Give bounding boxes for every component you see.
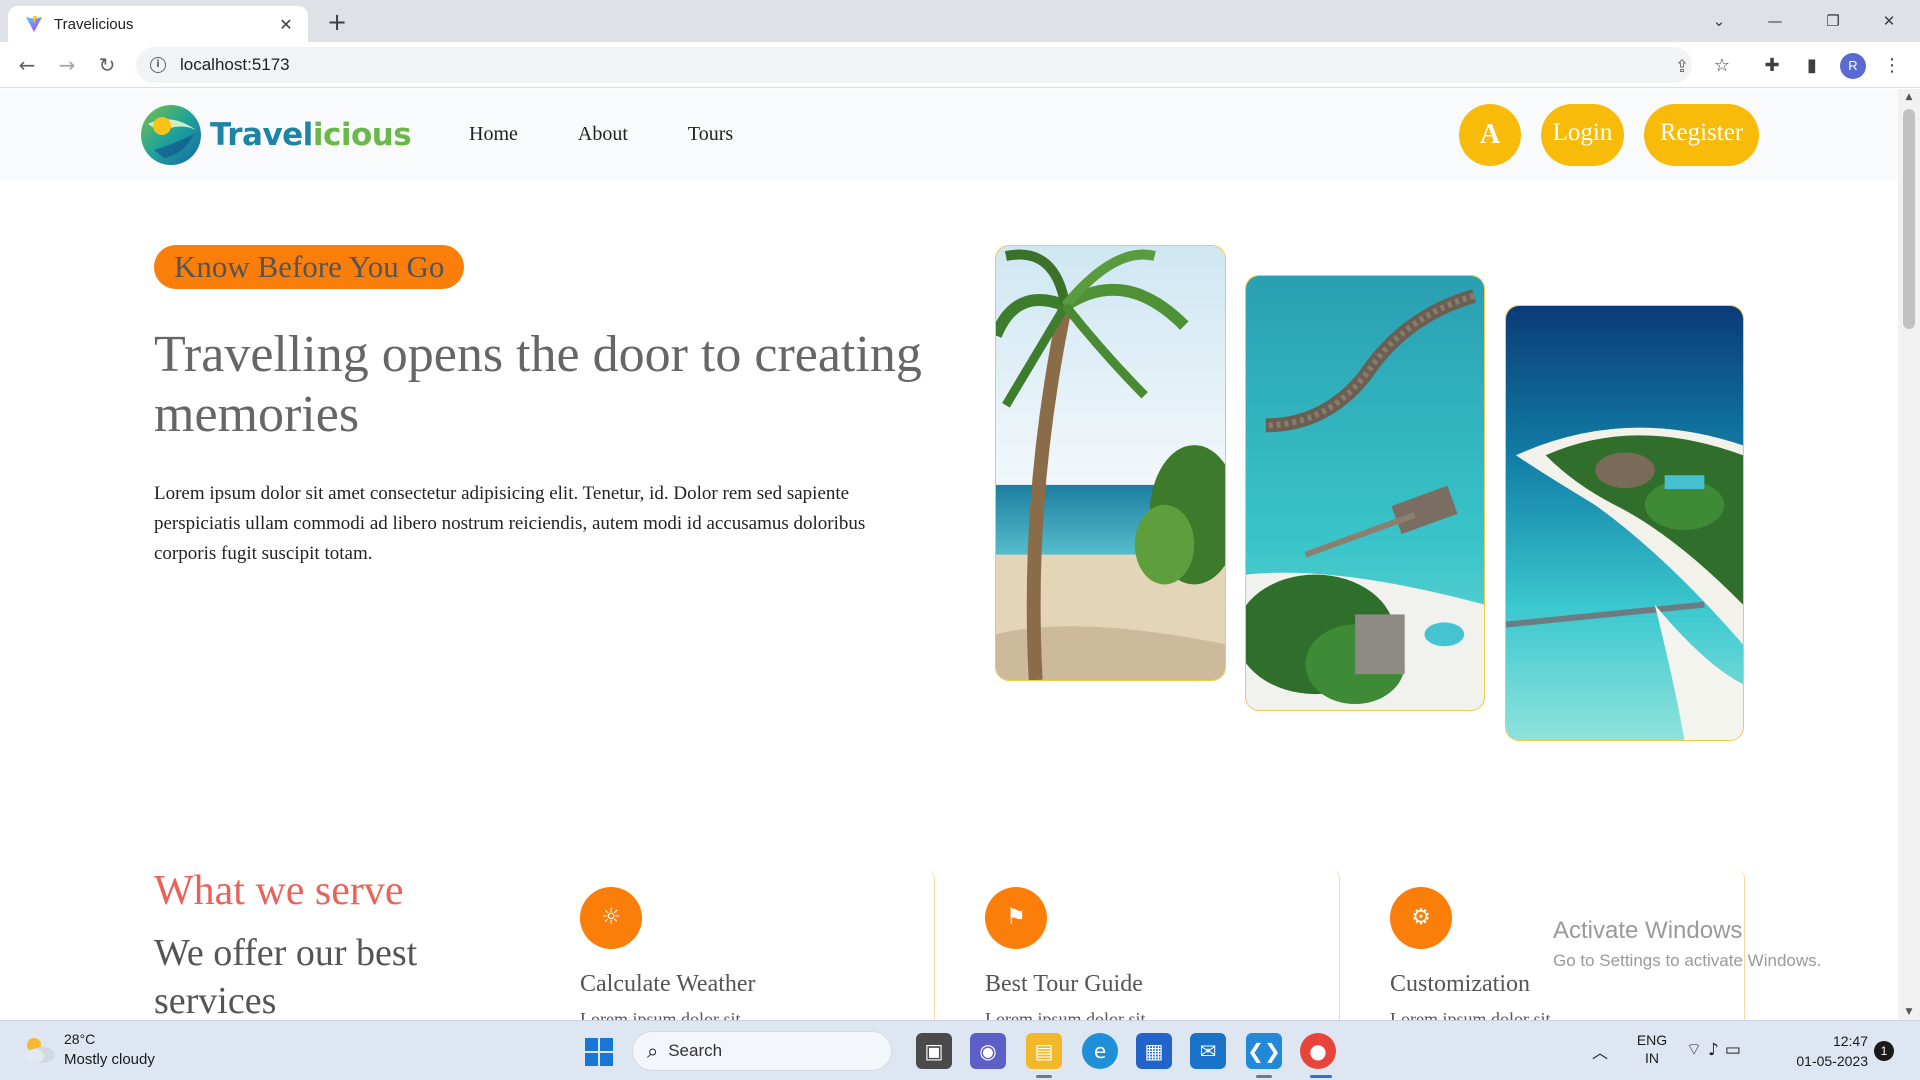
- service-card-guide: ⚑ Best Tour Guide Lorem ipsum dolor sit: [965, 869, 1340, 1020]
- gear-icon: ⚙: [1390, 887, 1452, 949]
- clock[interactable]: 12:47 01-05-2023: [1784, 1031, 1868, 1071]
- scroll-down-arrow-icon[interactable]: ▼: [1898, 1004, 1920, 1020]
- services-subtitle: We offer our best services: [154, 932, 418, 1020]
- hero-image-island-aerial: [1505, 305, 1744, 741]
- weather-description[interactable]: Mostly cloudy: [64, 1051, 155, 1068]
- profile-avatar[interactable]: R: [1840, 53, 1866, 79]
- vscode-active-indicator: [1256, 1075, 1272, 1078]
- water-villas-illustration: [1246, 276, 1484, 710]
- main-nav: Home About Tours: [469, 123, 733, 146]
- tab-search-chevron-icon[interactable]: ⌄: [1696, 6, 1742, 36]
- services-title: What we serve: [154, 868, 404, 914]
- tab-close-icon[interactable]: ✕: [276, 15, 296, 34]
- service-card-title: Customization: [1390, 971, 1530, 997]
- lang-line-1: ENG: [1636, 1032, 1668, 1048]
- cloud-weather-icon[interactable]: [22, 1035, 56, 1065]
- site-info-icon[interactable]: i: [150, 57, 166, 73]
- url-text: localhost:5173: [180, 55, 290, 74]
- clock-time: 12:47: [1832, 1033, 1868, 1049]
- browser-tab[interactable]: Travelicious ✕: [8, 6, 308, 42]
- mail-icon[interactable]: ✉: [1190, 1033, 1226, 1069]
- logo-text: Travelicious: [210, 117, 412, 153]
- tray-status-icons[interactable]: ⌔♪▭: [1686, 1039, 1747, 1060]
- chrome-icon[interactable]: ●: [1300, 1033, 1336, 1069]
- hero-image-palm-beach: [995, 245, 1226, 681]
- file-explorer-icon[interactable]: ▤: [1026, 1033, 1062, 1069]
- task-view-icon[interactable]: ▣: [916, 1033, 952, 1069]
- page-viewport: Travelicious Home About Tours A Login Re…: [0, 89, 1898, 1020]
- edge-browser-icon[interactable]: e: [1082, 1033, 1118, 1069]
- file-explorer-active-indicator: [1036, 1075, 1052, 1078]
- palm-beach-illustration: [996, 246, 1225, 680]
- forward-arrow-icon[interactable]: →: [52, 50, 82, 80]
- vscode-icon[interactable]: ❮❯: [1246, 1033, 1282, 1069]
- browser-toolbar: ← → ↻ i localhost:5173 ⇪ ☆ ✚ ▮ R ⋮: [0, 42, 1920, 88]
- lang-line-2: IN: [1645, 1050, 1659, 1066]
- watermark-line-1: Activate Windows: [1553, 917, 1743, 944]
- guide-icon: ⚑: [985, 887, 1047, 949]
- register-button[interactable]: Register: [1644, 104, 1759, 166]
- hero-title: Travelling opens the door to creating me…: [154, 326, 922, 443]
- hero-subtitle-pill: Know Before You Go: [154, 245, 465, 289]
- share-icon[interactable]: ⇪: [1670, 55, 1694, 79]
- site-header: Travelicious Home About Tours A Login Re…: [0, 89, 1898, 181]
- service-card-text: Lorem ipsum dolor sit: [580, 1009, 741, 1020]
- service-card-title: Best Tour Guide: [985, 971, 1143, 997]
- reload-icon[interactable]: ↻: [92, 50, 122, 80]
- activate-windows-watermark: Activate Windows Go to Settings to activ…: [1553, 917, 1821, 971]
- back-arrow-icon[interactable]: ←: [12, 50, 42, 80]
- island-aerial-illustration: [1506, 306, 1743, 740]
- battery-icon: ▭: [1724, 1040, 1747, 1060]
- clock-date: 01-05-2023: [1796, 1053, 1868, 1069]
- vite-favicon-icon: [26, 16, 42, 32]
- side-panel-icon[interactable]: ▮: [1798, 52, 1826, 80]
- extensions-puzzle-icon[interactable]: ✚: [1758, 52, 1786, 80]
- windows-taskbar: 28°C Mostly cloudy ⌕ Search ▣ ◉ ▤ e ▦ ✉ …: [0, 1020, 1920, 1080]
- service-card-weather: ☼ Calculate Weather Lorem ipsum dolor si…: [560, 869, 935, 1020]
- windows-start-icon[interactable]: [584, 1037, 614, 1067]
- tab-title: Travelicious: [54, 15, 134, 33]
- volume-icon: ♪: [1707, 1040, 1725, 1060]
- search-icon: ⌕: [647, 1039, 659, 1063]
- scroll-up-arrow-icon[interactable]: ▲: [1898, 89, 1920, 105]
- chrome-active-indicator: [1310, 1075, 1332, 1078]
- logo-text-tail: icious: [312, 117, 412, 153]
- nav-tours-link[interactable]: Tours: [688, 123, 733, 146]
- restore-button[interactable]: ❐: [1810, 6, 1856, 36]
- logo-text-main: Travel: [210, 117, 313, 153]
- hero-image-water-villas: [1245, 275, 1485, 711]
- service-card-text: Lorem ipsum dolor sit: [985, 1009, 1146, 1020]
- address-bar[interactable]: i localhost:5173 ⇪: [136, 47, 1692, 83]
- weather-temperature[interactable]: 28°C: [64, 1031, 95, 1047]
- taskbar-search-label: Search: [668, 1041, 723, 1060]
- scroll-thumb[interactable]: [1903, 109, 1915, 329]
- nav-about-link[interactable]: About: [578, 123, 628, 146]
- service-card-text: Lorem ipsum dolor sit: [1390, 1009, 1551, 1020]
- tray-overflow-chevron-icon[interactable]: ︿: [1592, 1039, 1608, 1063]
- wifi-icon: ⌔: [1686, 1040, 1708, 1060]
- taskbar-search-box[interactable]: ⌕ Search: [632, 1031, 892, 1071]
- service-card-title: Calculate Weather: [580, 971, 756, 997]
- login-button[interactable]: Login: [1541, 104, 1624, 166]
- browser-menu-icon[interactable]: ⋮: [1878, 52, 1906, 80]
- user-avatar-button[interactable]: A: [1459, 104, 1521, 166]
- nav-home-link[interactable]: Home: [469, 123, 518, 146]
- hero-description: Lorem ipsum dolor sit amet consectetur a…: [154, 483, 866, 564]
- minimize-button[interactable]: —: [1752, 6, 1798, 36]
- browser-tab-bar: Travelicious ✕ + ⌄ — ❐ ✕: [0, 0, 1920, 42]
- notification-badge[interactable]: 1: [1874, 1041, 1894, 1061]
- weather-icon: ☼: [580, 887, 642, 949]
- page-scrollbar[interactable]: ▲ ▼: [1898, 89, 1920, 1020]
- input-language[interactable]: ENG IN: [1630, 1031, 1674, 1067]
- new-tab-button[interactable]: +: [322, 8, 352, 38]
- bookmark-star-icon[interactable]: ☆: [1708, 52, 1736, 80]
- close-window-button[interactable]: ✕: [1866, 6, 1912, 36]
- teams-chat-icon[interactable]: ◉: [970, 1033, 1006, 1069]
- site-logo[interactable]: Travelicious: [140, 104, 412, 166]
- watermark-line-2: Go to Settings to activate Windows.: [1553, 951, 1822, 970]
- microsoft-store-icon[interactable]: ▦: [1136, 1033, 1172, 1069]
- globe-logo-icon: [141, 105, 201, 165]
